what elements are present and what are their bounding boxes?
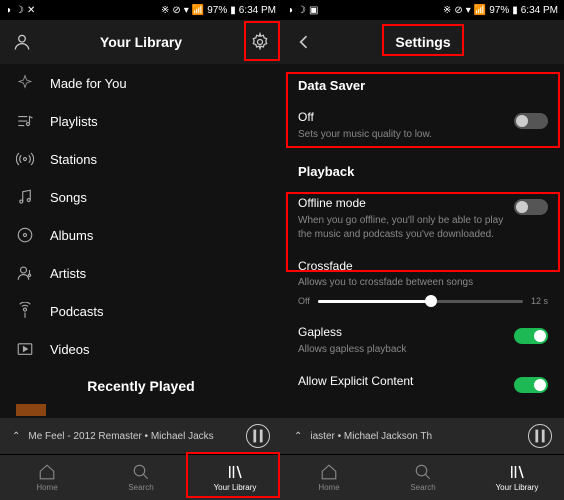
lib-item-podcasts[interactable]: Podcasts [0,292,282,330]
back-icon[interactable] [294,32,314,52]
explicit-toggle[interactable] [514,377,548,393]
gapless-row[interactable]: GaplessAllows gapless playback [298,316,548,365]
data-saver-toggle[interactable] [514,113,548,129]
library-list: Made for You Playlists Stations Songs Al… [0,64,282,418]
search-icon [132,463,150,481]
library-icon [226,463,244,481]
library-title: Your Library [100,34,182,50]
settings-icon[interactable] [250,32,270,52]
offline-toggle[interactable] [514,199,548,215]
settings-list[interactable]: Data Saver OffSets your music quality to… [282,64,564,418]
lib-item-songs[interactable]: Songs [0,178,282,216]
pause-button[interactable] [528,424,552,448]
gapless-toggle[interactable] [514,328,548,344]
podcast-icon [16,302,34,320]
bottom-nav: Home Search Your Library [0,454,282,500]
now-playing-bar[interactable]: ⌃ iaster • Michael Jackson Th [282,418,564,454]
now-playing-bar[interactable]: ⌃ Me Feel - 2012 Remaster • Michael Jack… [0,418,282,454]
data-saver-row[interactable]: OffSets your music quality to low. [298,101,548,150]
song-icon [16,188,34,206]
recently-thumb[interactable] [16,404,46,416]
crossfade-row: CrossfadeAllows you to crossfade between… [298,250,548,293]
status-bar: ◗☽▣ ※⊘▾📶97%▮6:34 PM [282,0,564,20]
nav-library[interactable]: Your Library [470,455,564,500]
settings-screen: ◗☽▣ ※⊘▾📶97%▮6:34 PM Settings Data Saver … [282,0,564,500]
album-icon [16,226,34,244]
now-playing-text: Me Feel - 2012 Remaster • Michael Jacks [28,431,238,442]
crossfade-slider[interactable] [318,300,523,303]
lib-item-stations[interactable]: Stations [0,140,282,178]
chevron-up-icon: ⌃ [12,431,20,442]
now-playing-text: iaster • Michael Jackson Th [310,431,520,442]
profile-icon[interactable] [12,32,32,52]
nav-home[interactable]: Home [0,455,94,500]
playlist-icon [16,112,34,130]
search-icon [414,463,432,481]
settings-title: Settings [395,34,450,50]
explicit-row[interactable]: Allow Explicit Content [298,365,548,401]
recently-played-heading: Recently Played [0,368,282,404]
library-screen: ◗☽✕ ※⊘▾📶97%▮6:34 PM Your Library Made fo… [0,0,282,500]
lib-item-albums[interactable]: Albums [0,216,282,254]
chevron-up-icon: ⌃ [294,431,302,442]
status-bar: ◗☽✕ ※⊘▾📶97%▮6:34 PM [0,0,282,20]
data-saver-heading: Data Saver [298,64,548,101]
home-icon [38,463,56,481]
library-header: Your Library [0,20,282,64]
nav-library[interactable]: Your Library [188,455,282,500]
lib-item-videos[interactable]: Videos [0,330,282,368]
bottom-nav: Home Search Your Library [282,454,564,500]
artist-icon [16,264,34,282]
home-icon [320,463,338,481]
library-icon [508,463,526,481]
playback-heading: Playback [298,150,548,187]
nav-home[interactable]: Home [282,455,376,500]
lib-item-artists[interactable]: Artists [0,254,282,292]
offline-row[interactable]: Offline modeWhen you go offline, you'll … [298,187,548,250]
lib-item-playlists[interactable]: Playlists [0,102,282,140]
radio-icon [16,150,34,168]
lib-item-made-for-you[interactable]: Made for You [0,64,282,102]
settings-header: Settings [282,20,564,64]
crossfade-slider-row: Off 12 s [298,292,548,316]
video-icon [16,340,34,358]
nav-search[interactable]: Search [376,455,470,500]
nav-search[interactable]: Search [94,455,188,500]
pause-button[interactable] [246,424,270,448]
spark-icon [16,74,34,92]
